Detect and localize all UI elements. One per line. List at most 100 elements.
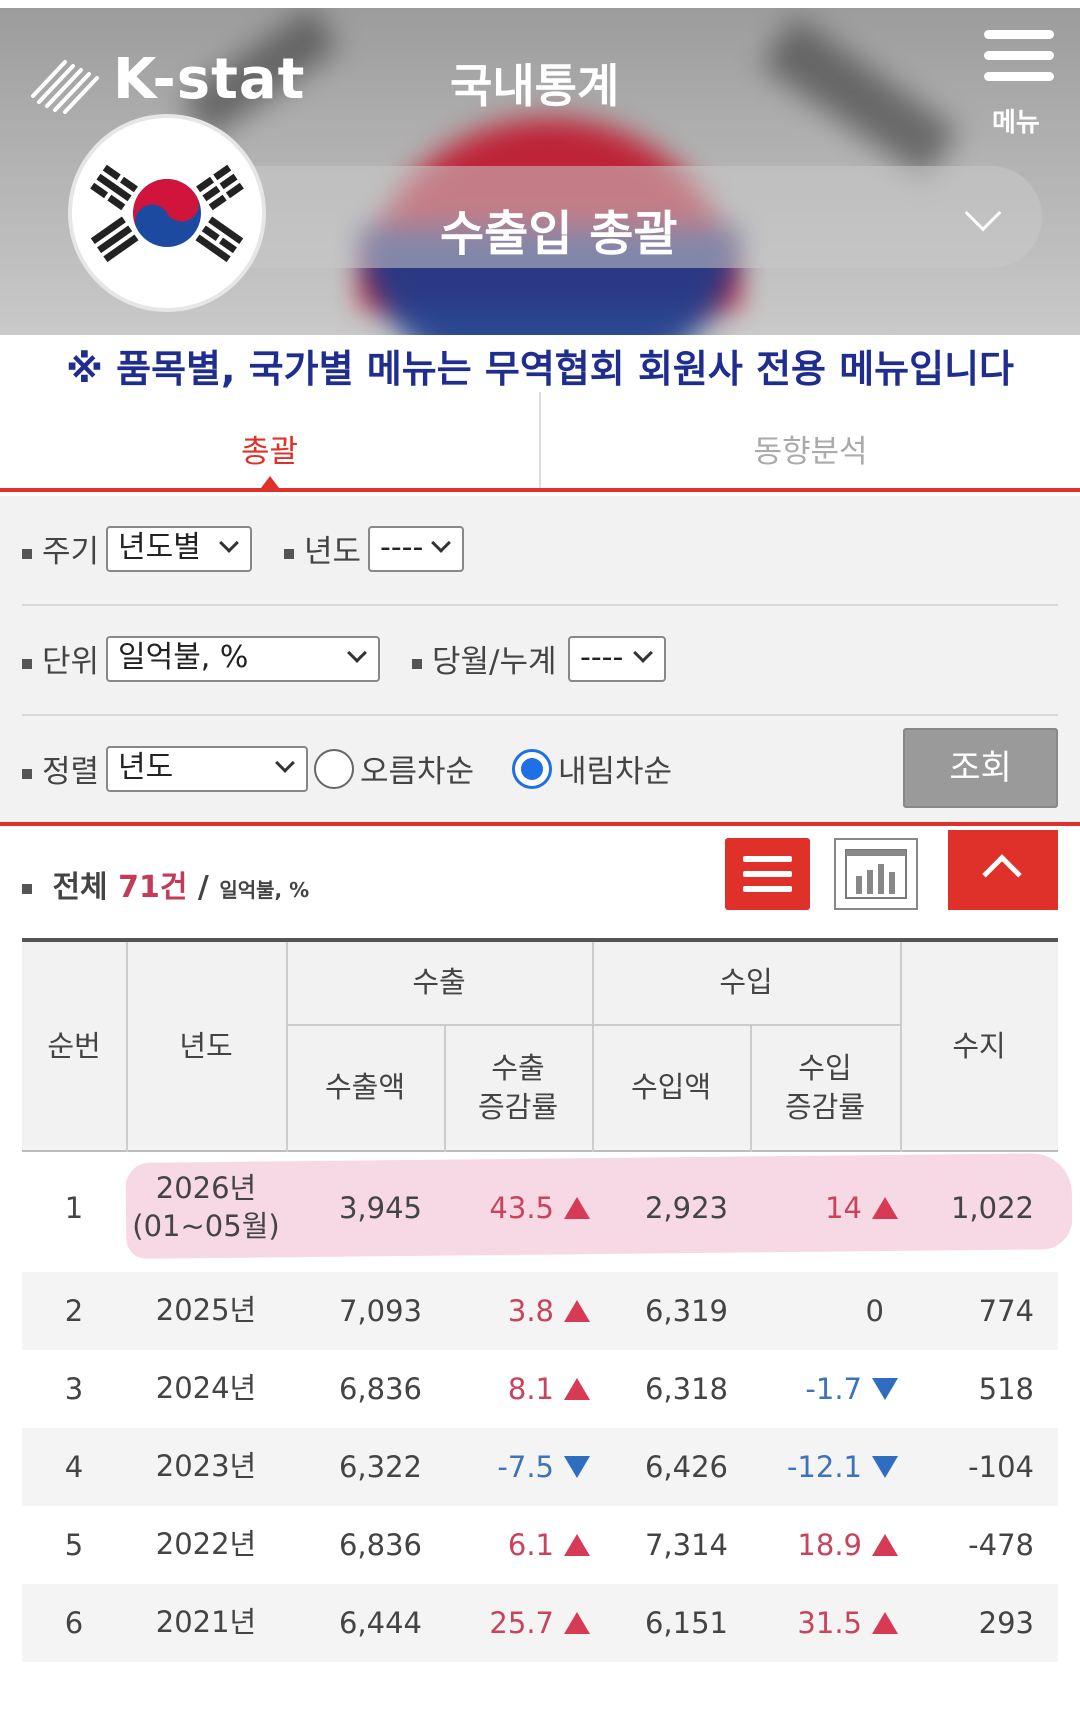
- cell-import-amount: 2,923: [644, 1191, 728, 1225]
- header-year[interactable]: 년도: [126, 942, 286, 1152]
- cell-balance: 1,022: [950, 1191, 1034, 1225]
- year-label: 년도: [284, 526, 361, 571]
- cell-import-amount: 6,319: [644, 1294, 728, 1328]
- chevron-down-icon: [347, 643, 367, 663]
- category-select-value: 수출입 총괄: [440, 206, 678, 262]
- bullet-icon: [22, 548, 32, 559]
- cell-export-rate-value: 43.5: [489, 1191, 554, 1225]
- increase-arrow-icon: [872, 1197, 898, 1219]
- cell-balance: -478: [968, 1528, 1034, 1562]
- cell-import-amount: 6,426: [644, 1450, 728, 1484]
- period-select[interactable]: 년도별: [106, 526, 252, 572]
- summary-separator: /: [197, 870, 209, 905]
- table-row[interactable]: 2 2025년 7,093 3.8 6,319 0 774: [22, 1272, 1058, 1350]
- active-tab-indicator: [260, 476, 279, 488]
- cell-export-rate-value: 25.7: [489, 1606, 554, 1640]
- filter-panel: 주기 년도별 년도 ---- 단위 일억불, % 당월/누계 ---- 정렬 년…: [0, 496, 1080, 826]
- cell-import-rate: -1.7: [750, 1350, 900, 1428]
- period-label-text: 주기: [42, 534, 100, 570]
- category-select[interactable]: 수출입 총괄: [200, 166, 1042, 268]
- radio-checked-icon: [512, 748, 552, 789]
- table-row[interactable]: 1 2026년 (01~05월) 3,945 43.5 2,923 14 1,022: [22, 1152, 1073, 1264]
- cell-no: 6: [64, 1606, 84, 1640]
- sort-ascending-radio[interactable]: 오름차순: [314, 746, 474, 791]
- month-cumulative-select[interactable]: ----: [568, 636, 666, 682]
- cell-export-amount: 6,836: [338, 1372, 422, 1406]
- increase-arrow-icon: [564, 1612, 590, 1634]
- cell-import-rate: 0: [750, 1272, 900, 1350]
- period-select-value: 년도별: [118, 530, 201, 565]
- hamburger-icon-bar: [984, 51, 1054, 60]
- app-header: K-stat 국내통계 메뉴 수출입 총괄: [0, 8, 1080, 335]
- year-select[interactable]: ----: [368, 526, 464, 572]
- month-cumulative-label-text: 당월/누계: [432, 644, 557, 680]
- kstat-logo[interactable]: K-stat: [25, 44, 305, 114]
- korea-flag-icon: [72, 118, 262, 308]
- cell-export-rate: -7.5: [444, 1428, 592, 1506]
- table-row[interactable]: 4 2023년 6,322 -7.5 6,426 -12.1 -104: [22, 1428, 1058, 1506]
- tab-summary[interactable]: 총괄: [0, 392, 539, 488]
- scroll-top-button[interactable]: [948, 830, 1058, 910]
- cell-import-rate: 14: [750, 1152, 900, 1264]
- increase-arrow-icon: [564, 1378, 590, 1400]
- cell-export-rate-value: -7.5: [497, 1450, 554, 1484]
- cell-import-amount: 7,314: [644, 1528, 728, 1562]
- increase-arrow-icon: [872, 1534, 898, 1556]
- hamburger-icon: [984, 30, 1054, 39]
- list-view-button[interactable]: [725, 838, 810, 910]
- header-export-rate[interactable]: 수출 증감률: [444, 1024, 592, 1152]
- table-row[interactable]: 5 2022년 6,836 6.1 7,314 18.9 -478: [22, 1506, 1058, 1584]
- sort-select[interactable]: 년도: [106, 746, 308, 792]
- month-cumulative-select-value: ----: [580, 640, 624, 675]
- cell-import-rate: -12.1: [750, 1428, 900, 1506]
- cell-no: 5: [64, 1528, 84, 1562]
- chevron-down-icon: [219, 533, 239, 553]
- table-row[interactable]: 6 2021년 6,444 25.7 6,151 31.5 293: [22, 1584, 1058, 1662]
- header-import-amount[interactable]: 수입액: [592, 1024, 750, 1152]
- header-import-rate[interactable]: 수입 증감률: [750, 1024, 900, 1152]
- member-notice: ※ 품목별, 국가별 메뉴는 무역협회 회원사 전용 메뉴입니다: [65, 347, 1015, 391]
- sort-label-text: 정렬: [42, 754, 100, 790]
- sort-descending-radio[interactable]: 내림차순: [512, 746, 672, 791]
- chevron-down-icon: [964, 194, 1002, 232]
- increase-arrow-icon: [872, 1612, 898, 1634]
- header-export-amount[interactable]: 수출액: [286, 1024, 444, 1152]
- chevron-down-icon: [275, 753, 295, 773]
- query-button[interactable]: 조회: [903, 728, 1058, 808]
- decrease-arrow-icon: [872, 1456, 898, 1478]
- menu-button[interactable]: 메뉴: [982, 30, 1056, 140]
- header-export-group: 수출: [412, 965, 466, 1000]
- cell-export-amount: 6,322: [338, 1450, 422, 1484]
- cell-year-period: (01~05월): [132, 1209, 280, 1243]
- kstat-logo-icon: [31, 60, 99, 114]
- unit-label: 단위: [22, 636, 99, 681]
- increase-arrow-icon: [564, 1197, 590, 1219]
- bullet-icon: [22, 768, 32, 779]
- filter-row-unit: 단위 일억불, % 당월/누계 ----: [22, 606, 1058, 716]
- cell-year: 2026년 (01~05월): [126, 1152, 286, 1264]
- cell-export-amount: 6,836: [338, 1528, 422, 1562]
- tab-summary-label: 총괄: [240, 434, 299, 470]
- cell-export-amount: 3,945: [338, 1191, 422, 1225]
- table-row[interactable]: 3 2024년 6,836 8.1 6,318 -1.7 518: [22, 1350, 1058, 1428]
- header-balance[interactable]: 수지: [900, 942, 1058, 1152]
- unit-select[interactable]: 일억불, %: [106, 636, 380, 682]
- cell-import-amount: 6,151: [644, 1606, 728, 1640]
- cell-export-rate-value: 8.1: [507, 1372, 554, 1406]
- filter-row-period: 주기 년도별 년도 ----: [22, 496, 1058, 606]
- tab-trend-analysis-label: 동향분석: [753, 434, 868, 470]
- cell-year: 2024년: [126, 1350, 286, 1428]
- header-import-group: 수입: [719, 965, 773, 1000]
- year-select-value: ----: [380, 530, 424, 565]
- cell-balance: -104: [968, 1450, 1034, 1484]
- period-label: 주기: [22, 526, 99, 571]
- cell-year: 2025년: [126, 1272, 286, 1350]
- list-icon: [743, 856, 792, 862]
- cell-import-rate-value: -1.7: [805, 1372, 862, 1406]
- cell-export-amount: 6,444: [338, 1606, 422, 1640]
- tab-trend-analysis[interactable]: 동향분석: [539, 392, 1080, 488]
- header-no[interactable]: 순번: [22, 942, 126, 1152]
- bar-chart-icon: [845, 849, 907, 899]
- cell-export-rate-value: 3.8: [507, 1294, 554, 1328]
- chart-view-button[interactable]: [834, 838, 918, 910]
